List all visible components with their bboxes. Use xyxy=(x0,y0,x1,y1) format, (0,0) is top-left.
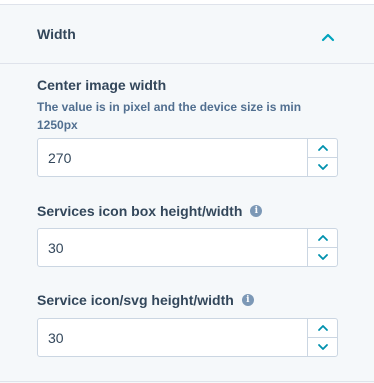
chevron-up-icon[interactable] xyxy=(318,27,338,47)
input-value[interactable]: 30 xyxy=(48,330,64,346)
increment-button[interactable] xyxy=(308,319,337,338)
section-title: Width xyxy=(37,26,76,42)
settings-panel: Width Center image width The value is in… xyxy=(0,0,374,383)
service-icon-svg-input[interactable]: 30 xyxy=(37,318,338,357)
services-icon-box-input[interactable]: 30 xyxy=(37,228,338,267)
help-text: The value is in pixel and the device siz… xyxy=(37,100,302,132)
divider xyxy=(0,381,374,382)
chevron-up-icon xyxy=(317,145,328,151)
info-icon[interactable]: i xyxy=(250,205,263,217)
decrement-button[interactable] xyxy=(308,158,337,176)
chevron-down-icon xyxy=(317,254,328,260)
info-icon[interactable]: i xyxy=(241,294,254,306)
center-image-width-input[interactable]: 270 xyxy=(37,138,338,177)
increment-button[interactable] xyxy=(308,229,337,248)
number-stepper xyxy=(307,139,337,176)
chevron-down-icon xyxy=(317,164,328,170)
number-stepper xyxy=(307,229,337,266)
chevron-down-icon xyxy=(317,344,328,350)
increment-button[interactable] xyxy=(308,139,337,158)
service-icon-svg-label: Service icon/svg height/width i xyxy=(37,292,254,308)
chevron-up-icon xyxy=(317,325,328,331)
center-image-width-label: Center image width xyxy=(37,77,167,93)
section-header[interactable]: Width xyxy=(0,5,374,64)
number-stepper xyxy=(307,319,337,356)
chevron-up-icon xyxy=(317,235,328,241)
input-value[interactable]: 270 xyxy=(48,150,71,166)
decrement-button[interactable] xyxy=(308,338,337,356)
input-value[interactable]: 30 xyxy=(48,240,64,256)
decrement-button[interactable] xyxy=(308,248,337,266)
services-icon-box-label: Services icon box height/width i xyxy=(37,203,263,219)
